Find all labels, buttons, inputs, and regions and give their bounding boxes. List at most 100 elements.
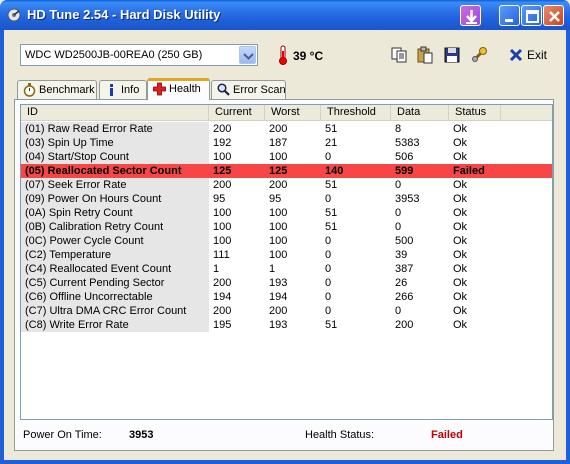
column-header-data[interactable]: Data [391, 105, 449, 121]
attribute-id: (05) Reallocated Sector Count [25, 165, 182, 177]
copy-icon[interactable] [390, 46, 408, 64]
table-row[interactable]: (0C) Power Cycle Count 100 100 0 500 Ok [21, 234, 552, 248]
raw-data-value: 500 [395, 235, 414, 247]
status-value: Ok [453, 263, 468, 275]
worst-value: 193 [269, 319, 288, 331]
table-row[interactable]: (C4) Reallocated Event Count 1 1 0 387 Ok [21, 262, 552, 276]
options-icon[interactable] [470, 46, 488, 64]
temperature-value: 39 °C [293, 49, 324, 63]
table-row[interactable]: (04) Start/Stop Count 100 100 0 506 Ok [21, 150, 552, 164]
worst-value: 100 [269, 249, 288, 261]
current-value: 194 [213, 291, 232, 303]
tab-info-label: Info [121, 84, 140, 96]
attribute-id: (C7) Ultra DMA CRC Error Count [21, 304, 209, 318]
status-value: Ok [453, 319, 468, 331]
table-row[interactable]: (01) Raw Read Error Rate 200 200 51 8 Ok [21, 122, 552, 136]
current-value: 200 [213, 277, 232, 289]
attribute-id: (C5) Current Pending Sector [21, 276, 209, 290]
download-button[interactable] [460, 5, 481, 26]
table-row[interactable]: (C6) Offline Uncorrectable 194 194 0 266 Ok [21, 290, 552, 304]
current-value: 100 [213, 151, 232, 163]
column-header-threshold[interactable]: Threshold [321, 105, 391, 121]
status-value: Ok [453, 235, 468, 247]
attribute-id: (0A) Spin Retry Count [21, 206, 209, 220]
current-value: 125 [213, 165, 232, 177]
table-row[interactable]: (0B) Calibration Retry Count 100 100 51 0 Ok [21, 220, 552, 234]
table-row[interactable]: (C7) Ultra DMA CRC Error Count 200 200 0 0 Ok [21, 304, 552, 318]
attribute-id: (09) Power On Hours Count [21, 192, 209, 206]
status-value: Ok [453, 123, 468, 135]
minimize-icon [505, 19, 513, 22]
tab-benchmark[interactable]: Benchmark [17, 80, 97, 99]
current-value: 100 [213, 221, 232, 233]
health-status-label: Health Status: [305, 429, 375, 441]
column-header-current[interactable]: Current [209, 105, 265, 121]
table-row[interactable]: (0A) Spin Retry Count 100 100 51 0 Ok [21, 206, 552, 220]
drive-select[interactable]: WDC WD2500JB-00REA0 (250 GB) [20, 44, 258, 66]
minimize-button[interactable] [499, 5, 520, 26]
threshold-value: 0 [325, 193, 332, 205]
raw-data-value: 8 [395, 123, 402, 135]
raw-data-value: 0 [395, 179, 402, 191]
table-row[interactable]: (C5) Current Pending Sector 200 193 0 26 Ok [21, 276, 552, 290]
tab-error-scan[interactable]: Error Scan [211, 80, 286, 99]
worst-value: 95 [269, 193, 282, 205]
raw-data-value: 0 [395, 305, 402, 317]
raw-data-value: 5383 [395, 137, 420, 149]
raw-data-value: 200 [395, 319, 414, 331]
attribute-id: (0C) Power Cycle Count [21, 234, 209, 248]
column-header-id[interactable]: ID [21, 105, 209, 121]
current-value: 195 [213, 319, 232, 331]
drive-select-arrow[interactable] [239, 46, 256, 64]
column-header-status[interactable]: Status [449, 105, 501, 121]
save-icon[interactable] [443, 46, 461, 64]
table-row[interactable]: (03) Spin Up Time 192 187 21 5383 Ok [21, 136, 552, 150]
current-value: 111 [213, 249, 230, 261]
smart-attribute-list[interactable]: ID Current Worst Threshold Data Status (… [20, 104, 553, 420]
current-value: 100 [213, 235, 232, 247]
worst-value: 100 [269, 207, 288, 219]
exit-x-icon [509, 48, 523, 62]
info-icon [110, 84, 113, 96]
power-on-time-value: 3953 [129, 429, 154, 441]
close-button[interactable] [543, 5, 564, 26]
tab-health-label: Health [169, 83, 201, 95]
power-on-time-label: Power On Time: [23, 429, 102, 441]
status-value: Ok [453, 249, 468, 261]
app-icon [7, 8, 21, 22]
table-row[interactable]: (09) Power On Hours Count 95 95 0 3953 Ok [21, 192, 552, 206]
raw-data-value: 599 [395, 165, 414, 177]
column-header-worst[interactable]: Worst [265, 105, 321, 121]
table-row-failed[interactable]: (05) Reallocated Sector Count 125 125 140 59… [21, 164, 552, 178]
paste-icon[interactable] [416, 46, 434, 64]
attribute-id: (C6) Offline Uncorrectable [21, 290, 209, 304]
threshold-value: 51 [325, 179, 338, 191]
download-arrow-icon [466, 10, 477, 24]
window-frame-left [0, 30, 4, 464]
current-value: 200 [213, 305, 232, 317]
threshold-value: 0 [325, 277, 332, 289]
worst-value: 200 [269, 305, 288, 317]
table-row[interactable]: (C2) Temperature 111 100 0 39 Ok [21, 248, 552, 262]
attribute-id: (01) Raw Read Error Rate [21, 122, 209, 136]
title-bar[interactable]: HD Tune 2.54 - Hard Disk Utility [0, 0, 570, 30]
tab-health[interactable]: Health [147, 78, 210, 100]
table-row[interactable]: (07) Seek Error Rate 200 200 51 0 Ok [21, 178, 552, 192]
status-value: Ok [453, 305, 468, 317]
status-value: Ok [453, 207, 468, 219]
table-row[interactable]: (C8) Write Error Rate 195 193 51 200 Ok [21, 318, 552, 332]
chevron-down-icon [243, 53, 254, 60]
worst-value: 200 [269, 123, 288, 135]
raw-data-value: 39 [395, 249, 408, 261]
stopwatch-icon [23, 83, 36, 97]
maximize-icon [526, 10, 539, 23]
raw-data-value: 26 [395, 277, 408, 289]
raw-data-value: 266 [395, 291, 414, 303]
attribute-id: (07) Seek Error Rate [21, 178, 209, 192]
health-status-value: Failed [431, 429, 463, 441]
raw-data-value: 3953 [395, 193, 420, 205]
maximize-button[interactable] [521, 5, 542, 26]
tab-info[interactable]: Info [99, 80, 147, 99]
threshold-value: 0 [325, 249, 332, 261]
exit-button[interactable]: Exit [508, 46, 548, 64]
